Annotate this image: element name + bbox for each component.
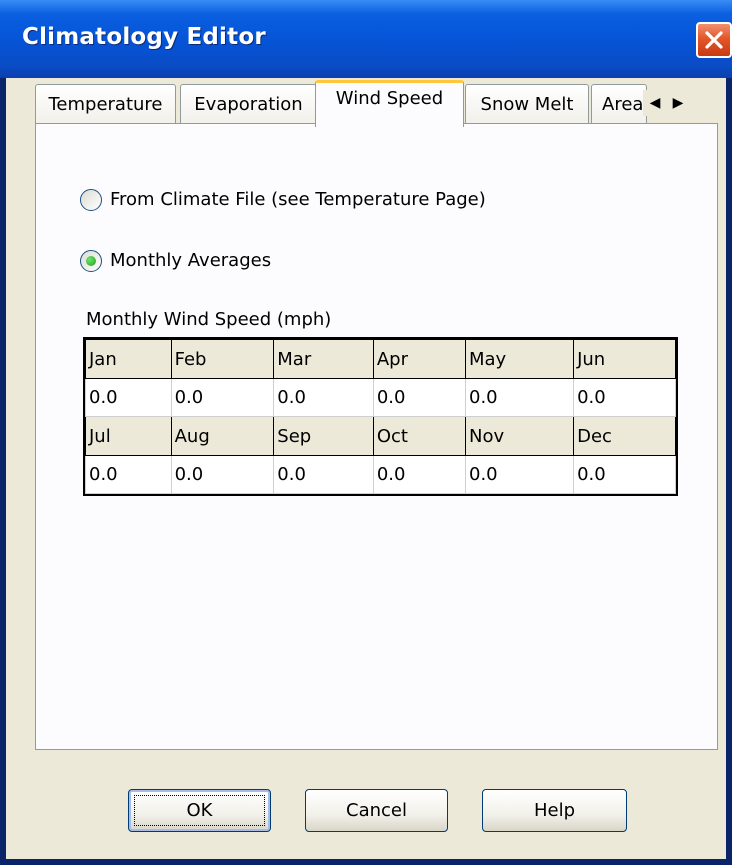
value-cell[interactable]: 0.0: [85, 455, 172, 494]
title-bar[interactable]: Climatology Editor: [0, 0, 732, 78]
tab-snow-melt[interactable]: Snow Melt: [465, 84, 589, 124]
month-header: Mar: [273, 339, 374, 379]
radio-label: From Climate File (see Temperature Page): [110, 189, 486, 210]
focus-rectangle: [134, 795, 265, 826]
monthly-wind-speed-grid: Jan Feb Mar Apr May Jun 0.0 0.0 0.0 0.0 …: [83, 337, 678, 496]
value-cell[interactable]: 0.0: [464, 378, 575, 417]
left-arrow-icon[interactable]: ◀: [645, 93, 665, 113]
cancel-button-label: Cancel: [346, 800, 407, 821]
value-cell[interactable]: 0.0: [85, 378, 172, 417]
month-header: Apr: [372, 339, 467, 379]
table-header-row: Jul Aug Sep Oct Nov Dec: [85, 416, 676, 456]
month-header: Dec: [573, 416, 676, 456]
climatology-editor-window: Climatology Editor Temperature Evaporati…: [0, 0, 732, 865]
value-cell[interactable]: 0.0: [170, 455, 275, 494]
radio-label: Monthly Averages: [110, 250, 272, 271]
tab-evaporation[interactable]: Evaporation: [180, 84, 317, 124]
help-button-label: Help: [533, 800, 576, 821]
help-button[interactable]: Help: [482, 789, 627, 832]
value-cell[interactable]: 0.0: [573, 378, 676, 417]
month-header: Jul: [85, 416, 172, 456]
value-cell[interactable]: 0.0: [372, 378, 467, 417]
radio-selected-dot: [86, 256, 96, 266]
table-row: 0.0 0.0 0.0 0.0 0.0 0.0: [85, 455, 676, 494]
tab-label: Snow Melt: [480, 94, 574, 115]
month-header: Feb: [170, 339, 275, 379]
tab-areal-depletion[interactable]: Areal Depletion: [591, 84, 647, 124]
month-header: Oct: [372, 416, 467, 456]
grid-caption: Monthly Wind Speed (mph): [86, 309, 332, 330]
radio-button-unselected[interactable]: [80, 189, 102, 211]
close-icon: [705, 31, 723, 49]
month-header: Nov: [464, 416, 575, 456]
table-row: 0.0 0.0 0.0 0.0 0.0 0.0: [85, 378, 676, 417]
tab-label: Evaporation: [194, 94, 303, 115]
tab-label: Areal Depletion: [602, 94, 647, 115]
month-header: Jun: [573, 339, 676, 379]
dialog-body: Temperature Evaporation Wind Speed Snow …: [6, 78, 726, 859]
tab-label: Wind Speed: [335, 88, 444, 109]
month-header: May: [464, 339, 575, 379]
tab-wind-speed[interactable]: Wind Speed: [315, 80, 464, 127]
window-title: Climatology Editor: [22, 24, 266, 50]
cancel-button[interactable]: Cancel: [305, 789, 448, 832]
month-header: Aug: [170, 416, 275, 456]
right-arrow-icon[interactable]: ▶: [668, 93, 688, 113]
value-cell[interactable]: 0.0: [573, 455, 676, 494]
value-cell[interactable]: 0.0: [273, 378, 374, 417]
month-header: Jan: [85, 339, 172, 379]
radio-button-selected[interactable]: [80, 250, 102, 272]
tab-scroll-arrows: ◀ ▶: [643, 90, 690, 116]
table-header-row: Jan Feb Mar Apr May Jun: [85, 339, 676, 379]
value-cell[interactable]: 0.0: [464, 455, 575, 494]
ok-button[interactable]: OK: [128, 789, 271, 832]
value-cell[interactable]: 0.0: [372, 455, 467, 494]
value-cell[interactable]: 0.0: [170, 378, 275, 417]
value-cell[interactable]: 0.0: [273, 455, 374, 494]
tab-label: Temperature: [48, 94, 163, 115]
close-button[interactable]: [696, 22, 732, 58]
tab-temperature[interactable]: Temperature: [35, 84, 176, 124]
wind-speed-page: From Climate File (see Temperature Page)…: [35, 123, 718, 750]
month-header: Sep: [273, 416, 374, 456]
